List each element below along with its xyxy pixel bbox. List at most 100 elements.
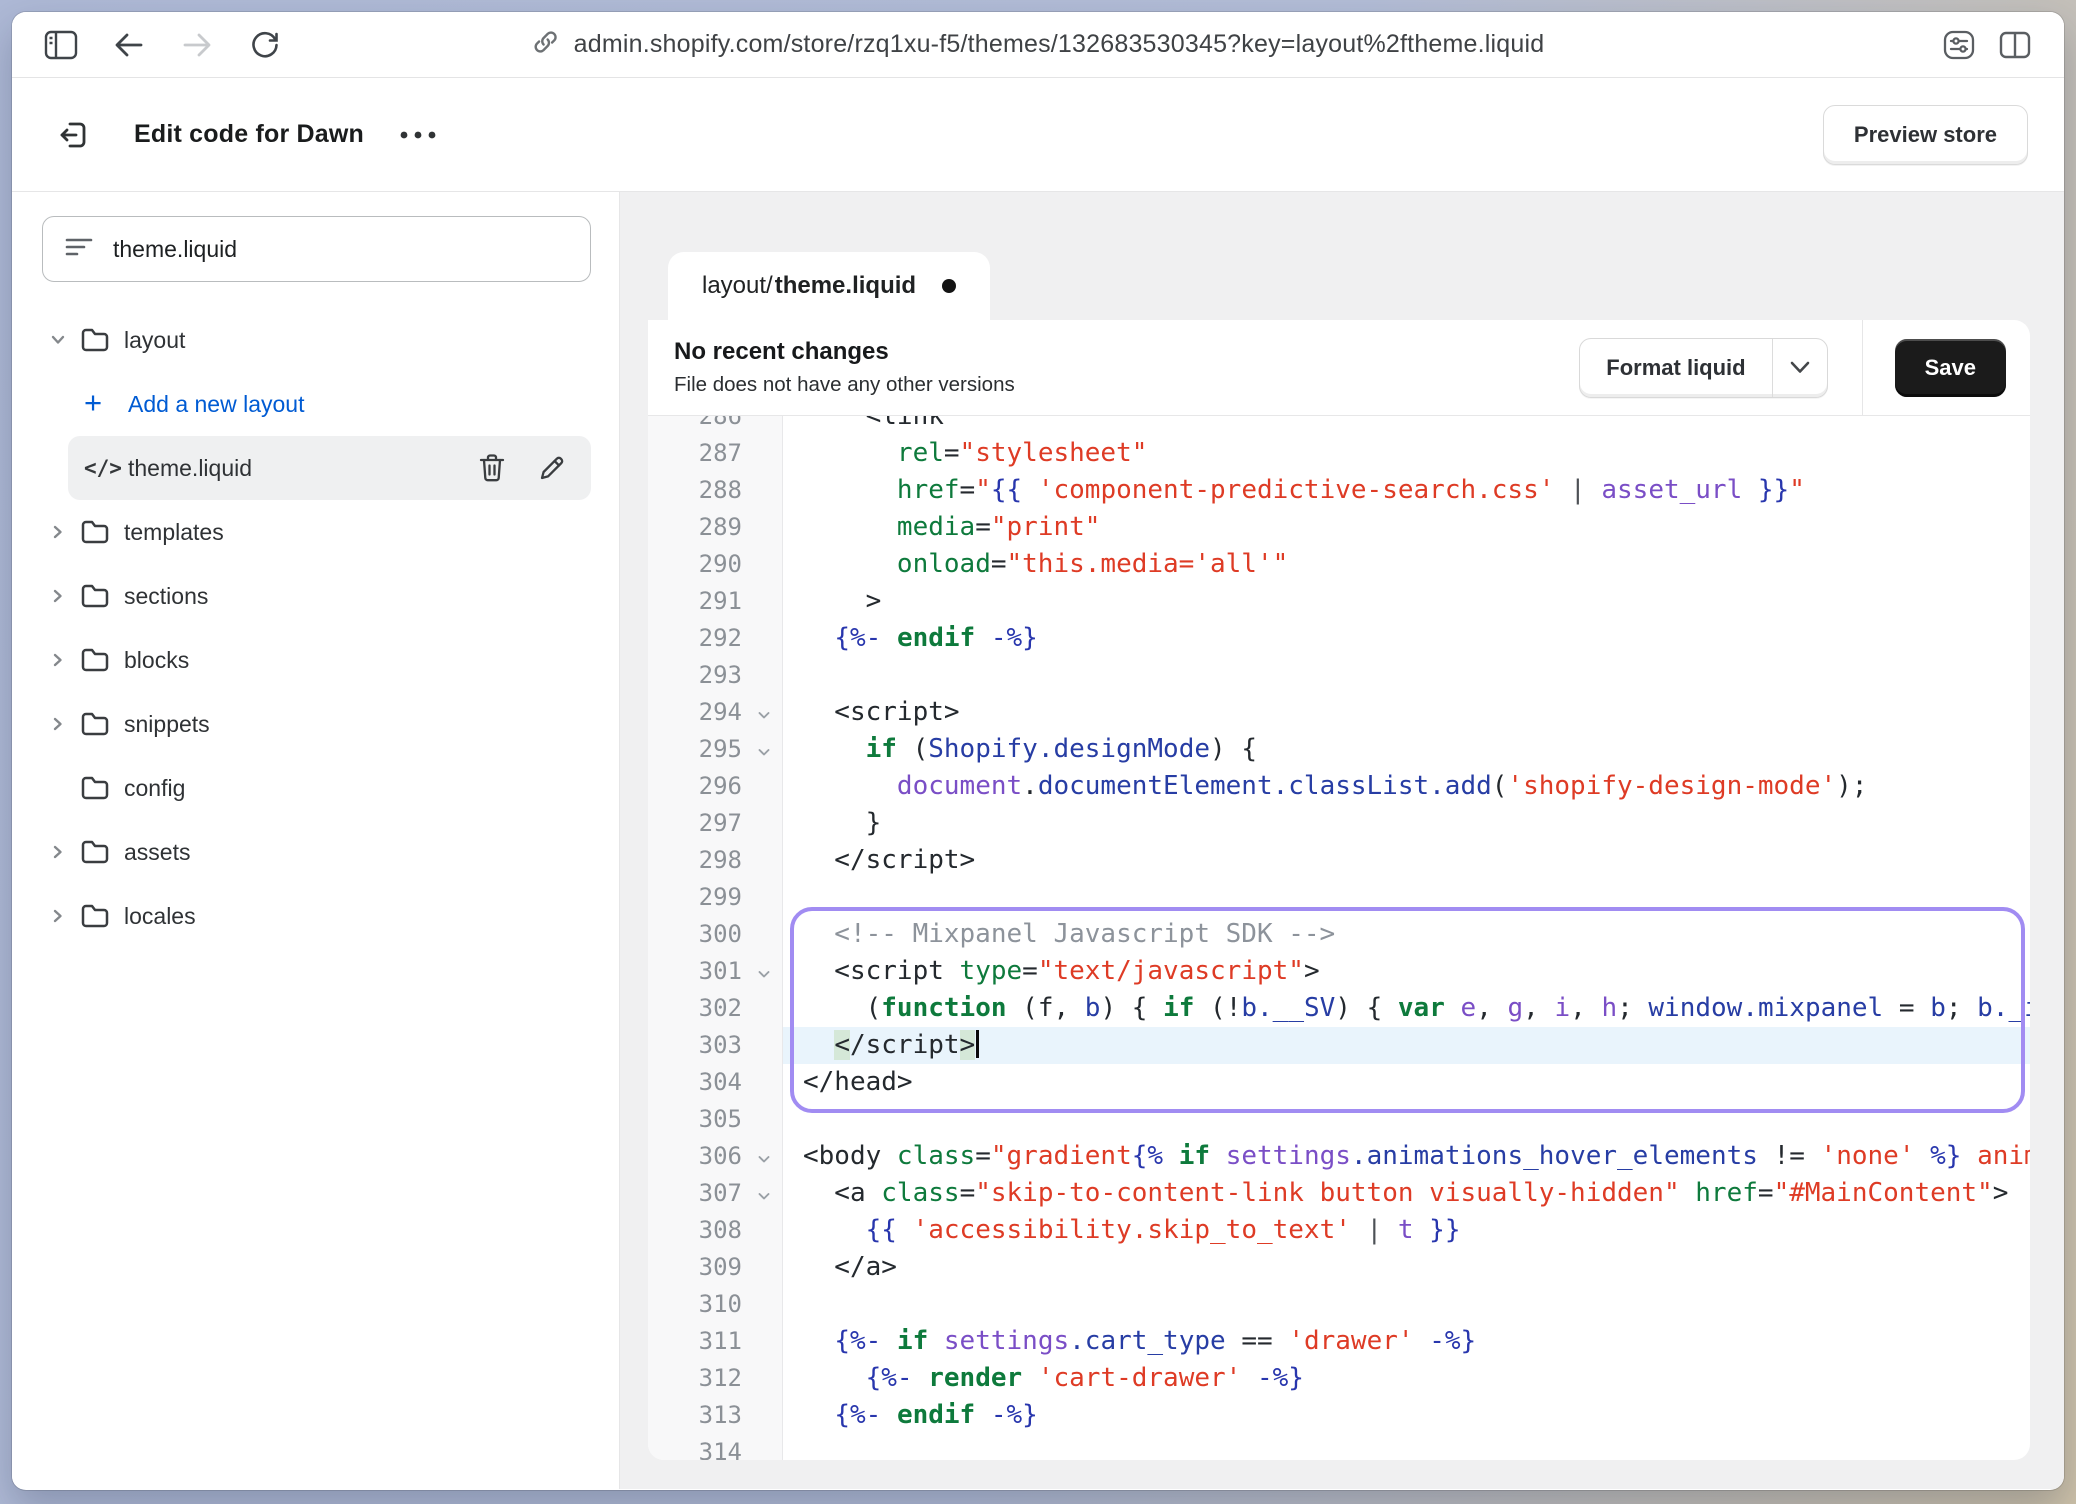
code-line-309[interactable]: 309 </a> bbox=[648, 1249, 2030, 1286]
code-line-content[interactable]: </head> bbox=[783, 1064, 2030, 1101]
address-bar[interactable]: admin.shopify.com/store/rzq1xu-f5/themes… bbox=[532, 12, 1545, 77]
sidebar-item-config[interactable]: config bbox=[12, 756, 619, 820]
code-line-content[interactable]: (function (f, b) { if (!b.__SV) { var e,… bbox=[783, 990, 2030, 1027]
code-line-303[interactable]: 303 </script> bbox=[648, 1027, 2030, 1064]
chevron-right-icon[interactable] bbox=[42, 714, 80, 734]
code-line-content[interactable]: <body class="gradient{% if settings.anim… bbox=[783, 1138, 2030, 1175]
sidebar-item-locales[interactable]: locales bbox=[12, 884, 619, 948]
code-line-content[interactable]: </script> bbox=[783, 842, 2030, 879]
code-line-content[interactable]: <!-- Mixpanel Javascript SDK --> bbox=[783, 916, 2030, 953]
horizontal-dots-icon[interactable] bbox=[390, 115, 446, 155]
add-new-layout-button[interactable]: +Add a new layout bbox=[12, 372, 619, 436]
fold-chevron-icon[interactable] bbox=[756, 697, 772, 734]
code-line-content[interactable]: media="print" bbox=[783, 509, 2030, 546]
code-line-313[interactable]: 313 {%- endif -%} bbox=[648, 1397, 2030, 1434]
sidebar-item-theme-liquid[interactable]: </>theme.liquid bbox=[68, 436, 591, 500]
code-line-content[interactable]: <script> bbox=[783, 694, 2030, 731]
preview-store-button[interactable]: Preview store bbox=[1823, 105, 2028, 165]
code-line-content[interactable]: {{ 'accessibility.skip_to_text' | t }} bbox=[783, 1212, 2030, 1249]
code-line-content[interactable]: {%- endif -%} bbox=[783, 1397, 2030, 1434]
code-line-292[interactable]: 292 {%- endif -%} bbox=[648, 620, 2030, 657]
code-line-294[interactable]: 294 <script> bbox=[648, 694, 2030, 731]
code-line-content[interactable] bbox=[783, 1286, 2030, 1323]
forward-button[interactable] bbox=[174, 22, 220, 68]
code-line-content[interactable]: > bbox=[783, 583, 2030, 620]
code-line-310[interactable]: 310 bbox=[648, 1286, 2030, 1323]
format-options-dropdown[interactable] bbox=[1773, 339, 1827, 397]
code-editor[interactable]: 286 <link287 rel="stylesheet"288 href="{… bbox=[648, 416, 2030, 1460]
code-line-304[interactable]: 304</head> bbox=[648, 1064, 2030, 1101]
code-line-299[interactable]: 299 bbox=[648, 879, 2030, 916]
back-button[interactable] bbox=[106, 22, 152, 68]
sidebar-item-templates[interactable]: templates bbox=[12, 500, 619, 564]
chevron-right-icon[interactable] bbox=[42, 906, 80, 926]
code-line-content[interactable]: onload="this.media='all'" bbox=[783, 546, 2030, 583]
code-line-306[interactable]: 306<body class="gradient{% if settings.a… bbox=[648, 1138, 2030, 1175]
fold-chevron-icon[interactable] bbox=[756, 1178, 772, 1215]
chevron-right-icon[interactable] bbox=[42, 650, 80, 670]
code-line-content[interactable] bbox=[783, 879, 2030, 916]
code-line-content[interactable]: {%- render 'cart-drawer' -%} bbox=[783, 1360, 2030, 1397]
code-line-314[interactable]: 314 bbox=[648, 1434, 2030, 1460]
code-line-289[interactable]: 289 media="print" bbox=[648, 509, 2030, 546]
sidebar-item-snippets[interactable]: snippets bbox=[12, 692, 619, 756]
code-line-content[interactable]: rel="stylesheet" bbox=[783, 435, 2030, 472]
sidebar-item-blocks[interactable]: blocks bbox=[12, 628, 619, 692]
search-input[interactable] bbox=[111, 235, 568, 264]
code-line-288[interactable]: 288 href="{{ 'component-predictive-searc… bbox=[648, 472, 2030, 509]
code-line-295[interactable]: 295 if (Shopify.designMode) { bbox=[648, 731, 2030, 768]
code-line-content[interactable] bbox=[783, 1101, 2030, 1138]
split-view-icon[interactable] bbox=[1992, 22, 2038, 68]
tab-theme-liquid[interactable]: layout/theme.liquid bbox=[668, 252, 990, 320]
code-line-287[interactable]: 287 rel="stylesheet" bbox=[648, 435, 2030, 472]
page-settings-icon[interactable] bbox=[1936, 22, 1982, 68]
code-line-content[interactable]: } bbox=[783, 805, 2030, 842]
code-line-content[interactable]: if (Shopify.designMode) { bbox=[783, 731, 2030, 768]
save-button[interactable]: Save bbox=[1895, 339, 2006, 397]
chevron-right-icon[interactable] bbox=[42, 522, 80, 542]
reload-button[interactable] bbox=[242, 22, 288, 68]
code-line-content[interactable]: </script> bbox=[783, 1027, 2030, 1064]
sidebar-toggle-icon[interactable] bbox=[38, 22, 84, 68]
trash-icon[interactable] bbox=[475, 451, 509, 485]
code-line-311[interactable]: 311 {%- if settings.cart_type == 'drawer… bbox=[648, 1323, 2030, 1360]
code-line-content[interactable]: href="{{ 'component-predictive-search.cs… bbox=[783, 472, 2030, 509]
exit-icon[interactable] bbox=[48, 109, 100, 161]
code-line-286[interactable]: 286 <link bbox=[648, 416, 2030, 435]
code-line-content[interactable]: {%- endif -%} bbox=[783, 620, 2030, 657]
code-line-content[interactable] bbox=[783, 1434, 2030, 1460]
format-liquid-button[interactable]: Format liquid bbox=[1580, 339, 1772, 397]
code-line-291[interactable]: 291 > bbox=[648, 583, 2030, 620]
chevron-down-icon[interactable] bbox=[42, 330, 80, 350]
fold-chevron-icon[interactable] bbox=[756, 956, 772, 993]
code-line-content[interactable]: </a> bbox=[783, 1249, 2030, 1286]
code-line-content[interactable] bbox=[783, 657, 2030, 694]
code-line-302[interactable]: 302 (function (f, b) { if (!b.__SV) { va… bbox=[648, 990, 2030, 1027]
code-line-297[interactable]: 297 } bbox=[648, 805, 2030, 842]
chevron-right-icon[interactable] bbox=[42, 586, 80, 606]
code-line-305[interactable]: 305 bbox=[648, 1101, 2030, 1138]
file-search[interactable] bbox=[42, 216, 591, 282]
sidebar-item-sections[interactable]: sections bbox=[12, 564, 619, 628]
url-text[interactable]: admin.shopify.com/store/rzq1xu-f5/themes… bbox=[574, 30, 1545, 59]
sidebar-item-layout[interactable]: layout bbox=[12, 308, 619, 372]
code-line-293[interactable]: 293 bbox=[648, 657, 2030, 694]
code-line-content[interactable]: <link bbox=[783, 416, 2030, 435]
code-line-content[interactable]: {%- if settings.cart_type == 'drawer' -%… bbox=[783, 1323, 2030, 1360]
code-line-312[interactable]: 312 {%- render 'cart-drawer' -%} bbox=[648, 1360, 2030, 1397]
fold-chevron-icon[interactable] bbox=[756, 734, 772, 771]
chevron-right-icon[interactable] bbox=[42, 842, 80, 862]
code-line-290[interactable]: 290 onload="this.media='all'" bbox=[648, 546, 2030, 583]
code-line-308[interactable]: 308 {{ 'accessibility.skip_to_text' | t … bbox=[648, 1212, 2030, 1249]
code-line-296[interactable]: 296 document.documentElement.classList.a… bbox=[648, 768, 2030, 805]
code-line-307[interactable]: 307 <a class="skip-to-content-link butto… bbox=[648, 1175, 2030, 1212]
fold-chevron-icon[interactable] bbox=[756, 1141, 772, 1178]
code-line-300[interactable]: 300 <!-- Mixpanel Javascript SDK --> bbox=[648, 916, 2030, 953]
pencil-icon[interactable] bbox=[535, 451, 569, 485]
code-line-301[interactable]: 301 <script type="text/javascript"> bbox=[648, 953, 2030, 990]
code-line-content[interactable]: <a class="skip-to-content-link button vi… bbox=[783, 1175, 2030, 1212]
code-line-content[interactable]: <script type="text/javascript"> bbox=[783, 953, 2030, 990]
code-line-298[interactable]: 298 </script> bbox=[648, 842, 2030, 879]
sidebar-item-assets[interactable]: assets bbox=[12, 820, 619, 884]
code-line-content[interactable]: document.documentElement.classList.add('… bbox=[783, 768, 2030, 805]
